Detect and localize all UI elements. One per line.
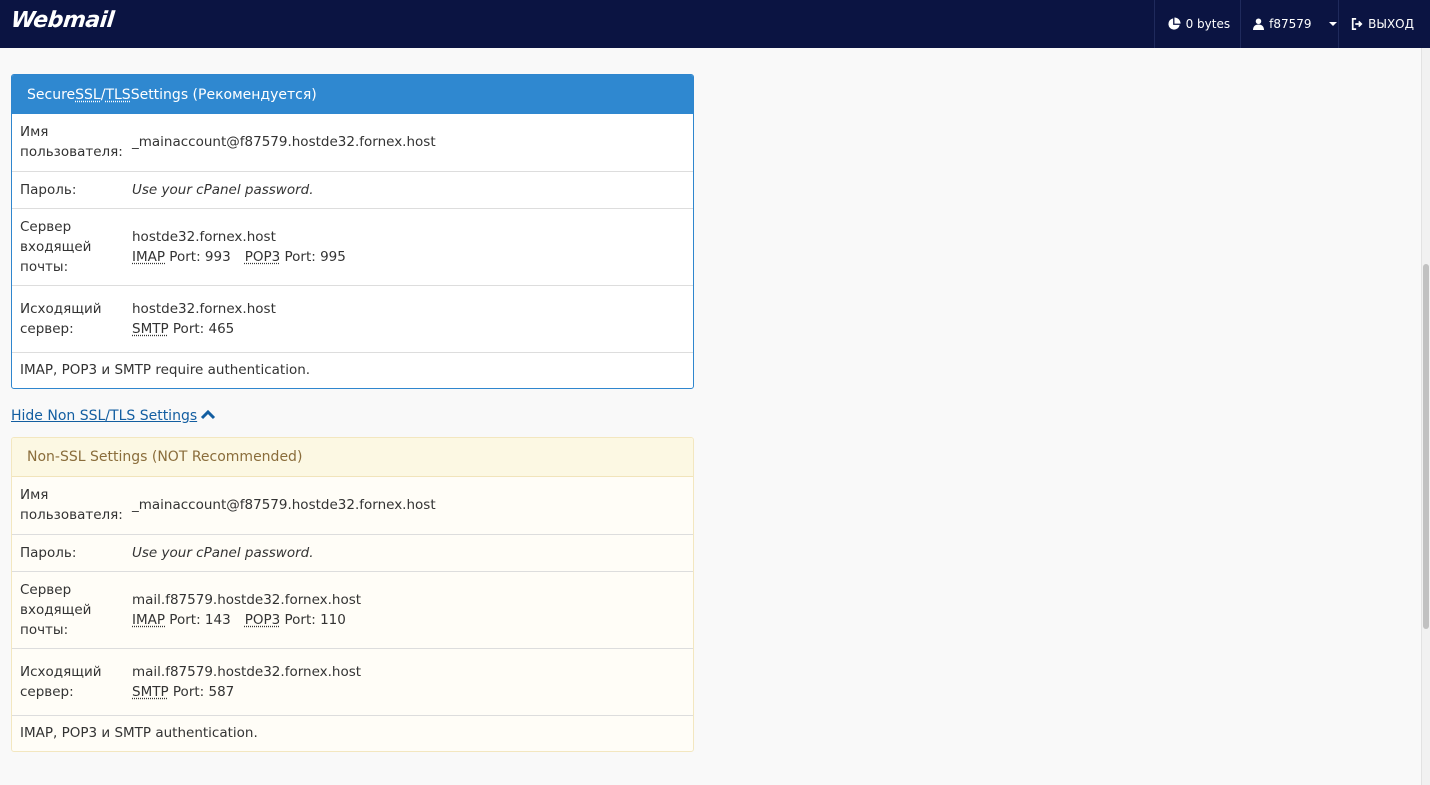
tls-abbr: TLS bbox=[105, 86, 131, 103]
outgoing-port: SMTP Port: 587 bbox=[132, 683, 235, 700]
username-text: f87579 bbox=[1269, 17, 1312, 31]
table-row: Пароль: Use your cPanel password. bbox=[12, 170, 693, 208]
table-row: Сервер входящей почты: hostde32.fornex.h… bbox=[12, 207, 693, 285]
chevron-down-icon bbox=[1328, 22, 1337, 26]
auth-note: IMAP, POP3 и SMTP authentication. bbox=[12, 714, 693, 751]
chevron-up-icon bbox=[200, 408, 216, 424]
outgoing-server-label: Исходящий сервер: bbox=[12, 647, 132, 715]
incoming-server-label: Сервер входящей почты: bbox=[12, 570, 132, 648]
pie-chart-icon bbox=[1167, 17, 1181, 31]
incoming-host: mail.f87579.hostde32.fornex.host bbox=[132, 591, 362, 608]
table-row: Исходящий сервер: mail.f87579.hostde32.f… bbox=[12, 647, 693, 715]
outgoing-server-value: hostde32.fornex.host SMTP Port: 465 bbox=[132, 284, 693, 352]
username-value: _mainaccount@f87579.hostde32.fornex.host bbox=[132, 134, 436, 151]
top-navbar: Webmail 0 bytes f87579 ВЫХОД bbox=[0, 0, 1430, 48]
disk-usage-text: 0 bytes bbox=[1185, 17, 1231, 31]
incoming-server-value: mail.f87579.hostde32.fornex.host IMAP Po… bbox=[132, 570, 693, 648]
table-row: Исходящий сервер: hostde32.fornex.host S… bbox=[12, 284, 693, 352]
table-row: IMAP, POP3 и SMTP require authentication… bbox=[12, 351, 693, 388]
logout-text: ВЫХОД bbox=[1368, 17, 1414, 31]
hide-non-ssl-link[interactable]: Hide Non SSL/TLS Settings bbox=[11, 408, 216, 424]
scrollbar-thumb[interactable] bbox=[1423, 264, 1429, 629]
smtp-abbr: SMTP bbox=[132, 320, 169, 337]
table-row: IMAP, POP3 и SMTP authentication. bbox=[12, 714, 693, 751]
imap-abbr: IMAP bbox=[132, 248, 166, 265]
non-ssl-settings-heading: Non-SSL Settings (NOT Recommended) bbox=[12, 438, 693, 477]
incoming-ports: IMAP Port: 993 POP3 Port: 995 bbox=[132, 248, 346, 265]
outgoing-host: mail.f87579.hostde32.fornex.host bbox=[132, 663, 362, 680]
outgoing-port: SMTP Port: 465 bbox=[132, 320, 235, 337]
smtp-abbr: SMTP bbox=[132, 683, 169, 700]
scrollbar[interactable] bbox=[1421, 48, 1430, 785]
non-ssl-settings-table: Имя пользователя: _mainaccount@f87579.ho… bbox=[12, 477, 693, 751]
username-value: _mainaccount@f87579.hostde32.fornex.host bbox=[132, 497, 436, 514]
incoming-server-label: Сервер входящей почты: bbox=[12, 207, 132, 285]
user-icon bbox=[1253, 18, 1265, 30]
non-ssl-settings-panel: Non-SSL Settings (NOT Recommended) Имя п… bbox=[11, 437, 694, 752]
logout-button[interactable]: ВЫХОД bbox=[1338, 0, 1430, 48]
imap-abbr: IMAP bbox=[132, 611, 166, 628]
password-label: Пароль: bbox=[12, 533, 132, 571]
ssl-abbr: SSL bbox=[75, 86, 101, 103]
outgoing-host: hostde32.fornex.host bbox=[132, 300, 276, 317]
table-row: Имя пользователя: _mainaccount@f87579.ho… bbox=[12, 114, 693, 171]
table-row: Сервер входящей почты: mail.f87579.hostd… bbox=[12, 570, 693, 648]
password-label: Пароль: bbox=[12, 170, 132, 208]
password-value: Use your cPanel password. bbox=[132, 170, 693, 208]
table-row: Пароль: Use your cPanel password. bbox=[12, 533, 693, 571]
outgoing-server-value: mail.f87579.hostde32.fornex.host SMTP Po… bbox=[132, 647, 693, 715]
secure-settings-table: Имя пользователя: _mainaccount@f87579.ho… bbox=[12, 114, 693, 388]
user-menu-button[interactable]: f87579 bbox=[1240, 0, 1338, 48]
incoming-host: hostde32.fornex.host bbox=[132, 228, 276, 245]
table-row: Имя пользователя: _mainaccount@f87579.ho… bbox=[12, 477, 693, 534]
disk-usage-button[interactable]: 0 bytes bbox=[1153, 0, 1241, 48]
auth-note: IMAP, POP3 и SMTP require authentication… bbox=[12, 351, 693, 388]
webmail-logo[interactable]: Webmail bbox=[10, 8, 116, 33]
secure-settings-heading: Secure SSL / TLS Settings (Рекомендуется) bbox=[12, 75, 693, 114]
username-label: Имя пользователя: bbox=[20, 124, 123, 161]
pop3-abbr: POP3 bbox=[244, 611, 281, 628]
incoming-ports: IMAP Port: 143 POP3 Port: 110 bbox=[132, 611, 346, 628]
top-nav: 0 bytes f87579 ВЫХОД bbox=[1153, 0, 1430, 48]
secure-settings-panel: Secure SSL / TLS Settings (Рекомендуется) … bbox=[11, 74, 694, 389]
incoming-server-value: hostde32.fornex.host IMAP Port: 993 POP3 … bbox=[132, 207, 693, 285]
logout-icon bbox=[1351, 18, 1363, 30]
password-value: Use your cPanel password. bbox=[132, 533, 693, 571]
username-label: Имя пользователя: bbox=[20, 487, 123, 524]
pop3-abbr: POP3 bbox=[244, 248, 281, 265]
outgoing-server-label: Исходящий сервер: bbox=[12, 284, 132, 352]
